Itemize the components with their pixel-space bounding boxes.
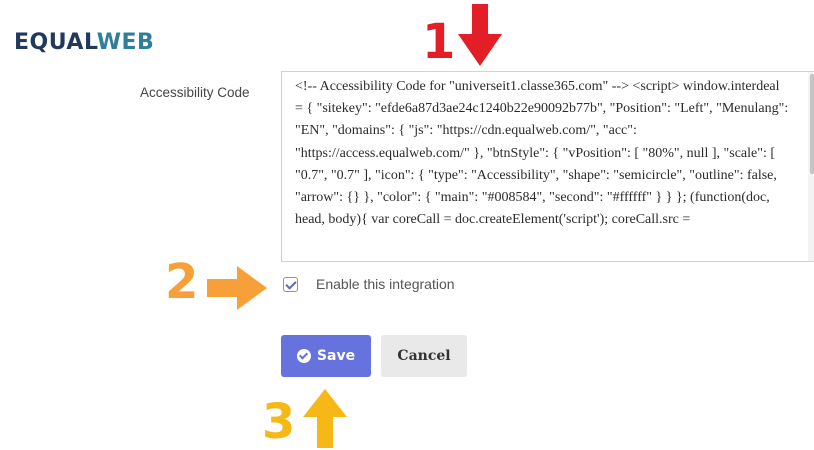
accessibility-code-label: Accessibility Code bbox=[140, 85, 250, 100]
check-circle-icon bbox=[296, 349, 311, 363]
enable-integration-label[interactable]: Enable this integration bbox=[316, 276, 455, 292]
save-button-label: Save bbox=[316, 348, 356, 364]
scrollbar-thumb[interactable] bbox=[810, 74, 814, 174]
step-1-number: 1 bbox=[422, 14, 456, 70]
step-3-number: 3 bbox=[262, 394, 296, 450]
down-arrow-icon bbox=[458, 4, 502, 66]
save-button[interactable]: Save bbox=[281, 335, 371, 377]
right-arrow-icon bbox=[207, 266, 267, 310]
accessibility-code-textarea[interactable]: <!-- Accessibility Code for "universeit1… bbox=[281, 71, 814, 262]
enable-integration-checkbox[interactable] bbox=[283, 277, 298, 292]
textarea-scrollbar[interactable] bbox=[808, 72, 814, 261]
accessibility-code-value: <!-- Accessibility Code for "universeit1… bbox=[295, 79, 789, 228]
cancel-button-label: Cancel bbox=[397, 348, 451, 364]
logo-text-equal: EQUAL bbox=[14, 30, 97, 55]
logo-text-web: WEB bbox=[96, 30, 155, 55]
step-2-number: 2 bbox=[165, 254, 199, 310]
equalweb-logo: EQUALWEB bbox=[14, 30, 154, 55]
cancel-button[interactable]: Cancel bbox=[381, 335, 467, 377]
up-arrow-icon bbox=[303, 389, 347, 448]
